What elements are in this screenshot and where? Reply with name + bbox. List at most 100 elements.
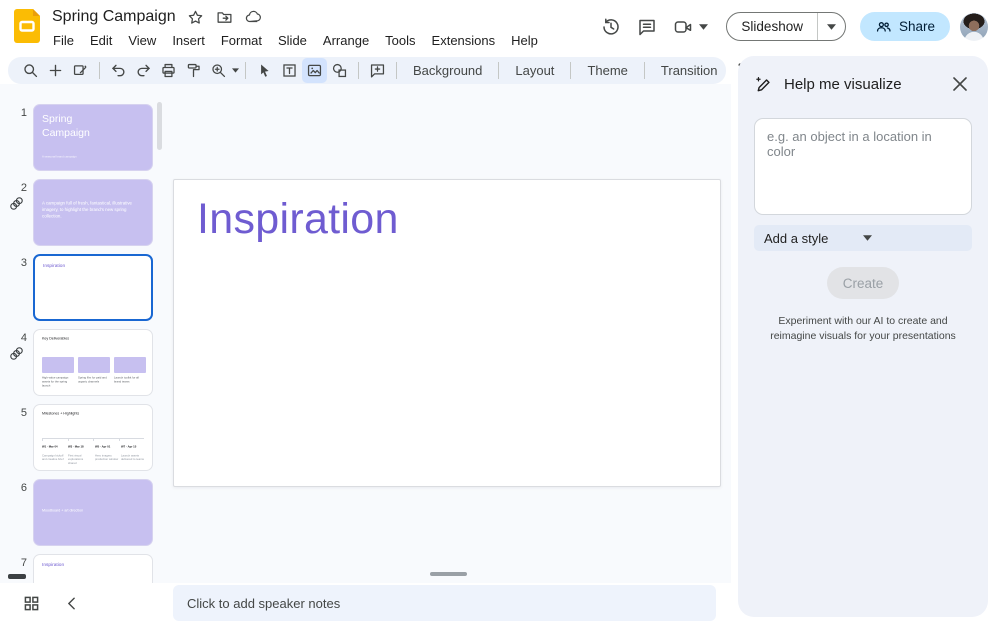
thumb-body: A campaign full of fresh, fantastical, i… — [42, 200, 144, 220]
filmstrip-row-3: 3 Inspiration — [0, 254, 168, 321]
cloud-saved-icon[interactable] — [245, 8, 263, 26]
slide-thumbnail-5[interactable]: Milestones + Highlights W1 - Mar 04 Camp… — [33, 404, 153, 471]
menu-tools[interactable]: Tools — [377, 31, 423, 50]
add-comment-icon[interactable] — [365, 58, 390, 83]
header-actions: Slideshow Share — [598, 12, 988, 41]
search-menus-icon[interactable] — [18, 58, 43, 83]
filmstrip-row-7: 7 Inspiration — [0, 554, 168, 583]
prompt-input[interactable] — [754, 118, 972, 215]
new-slide-icon[interactable] — [43, 58, 68, 83]
menu-arrange[interactable]: Arrange — [315, 31, 377, 50]
toolbar-divider — [245, 62, 246, 79]
transition-button[interactable]: Transition — [651, 58, 728, 83]
card-image-placeholder — [42, 357, 74, 373]
undo-icon[interactable] — [106, 58, 131, 83]
filmstrip-row-5: 5 Milestones + Highlights W1 - Mar 04 Ca… — [0, 404, 168, 471]
theme-button[interactable]: Theme — [577, 58, 637, 83]
chevron-down-icon — [863, 235, 962, 241]
menu-extensions[interactable]: Extensions — [424, 31, 504, 50]
thumb-title: Key Deliverables — [42, 336, 144, 341]
slides-logo-icon[interactable] — [14, 9, 40, 44]
redo-icon[interactable] — [131, 58, 156, 83]
menu-format[interactable]: Format — [213, 31, 270, 50]
share-button[interactable]: Share — [860, 12, 950, 41]
slide-title-text[interactable]: Inspiration — [197, 195, 399, 244]
timeline-label: W7 - Apr 15 — [121, 445, 144, 449]
slide-thumbnail-4[interactable]: Key Deliverables High-value campaign ass… — [33, 329, 153, 396]
slideshow-split-button: Slideshow — [726, 12, 846, 41]
collapse-filmstrip-icon[interactable] — [62, 594, 80, 612]
menu-slide[interactable]: Slide — [270, 31, 315, 50]
background-button[interactable]: Background — [403, 58, 492, 83]
create-button[interactable]: Create — [827, 267, 899, 299]
zoom-icon[interactable] — [206, 58, 231, 83]
thumb-timeline-line — [42, 438, 144, 441]
menu-view[interactable]: View — [120, 31, 164, 50]
thumb-title: Milestones + Highlights — [42, 411, 144, 416]
select-cursor-icon[interactable] — [252, 58, 277, 83]
insert-shape-icon[interactable] — [327, 58, 352, 83]
slide-number: 3 — [0, 254, 33, 321]
video-call-dropdown-icon[interactable] — [699, 24, 708, 30]
speaker-notes-input[interactable]: Click to add speaker notes — [173, 585, 716, 621]
menu-insert[interactable]: Insert — [164, 31, 213, 50]
close-icon[interactable] — [948, 72, 972, 96]
card-caption: Spring film for paid and organic channel… — [78, 376, 110, 384]
thumb-card: High-value campaign assets for the sprin… — [42, 357, 74, 396]
version-history-icon[interactable] — [598, 14, 624, 40]
menu-help[interactable]: Help — [503, 31, 546, 50]
filmstrip-scrollbar-horizontal[interactable] — [8, 574, 26, 579]
slide-canvas[interactable]: Inspiration — [173, 179, 721, 487]
slide-number: 5 — [0, 404, 33, 471]
share-label: Share — [899, 19, 935, 34]
slideshow-button[interactable]: Slideshow — [727, 13, 817, 40]
slide-number: 1 — [0, 104, 33, 171]
transition-indicator-icon[interactable] — [9, 196, 24, 211]
panel-caption: Experiment with our AI to create and rei… — [754, 314, 972, 344]
timeline-text: First visual explorations shared — [68, 454, 91, 465]
thumb-card: Launch toolkit for all brand teams — [114, 357, 146, 396]
transition-indicator-icon[interactable] — [9, 346, 24, 361]
timeline-text: Launch assets delivered to teams — [121, 454, 144, 462]
slideshow-dropdown-icon[interactable] — [817, 13, 845, 40]
slide-filmstrip: 1 Spring Campaign A seasonal brand campa… — [0, 84, 168, 583]
slide-thumbnail-2[interactable]: A campaign full of fresh, fantastical, i… — [33, 179, 153, 246]
timeline-item: W7 - Apr 15 Launch assets delivered to t… — [121, 445, 144, 471]
add-style-dropdown[interactable]: Add a style — [754, 225, 972, 251]
slide-thumbnail-3-selected[interactable]: Inspiration — [33, 254, 153, 321]
filmstrip-scrollbar[interactable] — [157, 102, 162, 150]
layout-button[interactable]: Layout — [505, 58, 564, 83]
slide-number: 6 — [0, 479, 33, 546]
toolbar: Background Layout Theme Transition — [8, 57, 726, 84]
slide-thumbnail-6[interactable]: Moodboard + art direction — [33, 479, 153, 546]
document-title[interactable]: Spring Campaign — [52, 8, 176, 26]
thumb-cards: High-value campaign assets for the sprin… — [42, 357, 144, 396]
filmstrip-row-2: 2 A campaign full of fresh, fantastical,… — [0, 179, 168, 246]
zoom-dropdown-icon[interactable] — [232, 67, 239, 74]
canvas-scrollbar-horizontal[interactable] — [430, 572, 467, 576]
slide-thumbnail-7[interactable]: Inspiration — [33, 554, 153, 583]
video-call-icon[interactable] — [670, 14, 696, 40]
paint-format-icon[interactable] — [181, 58, 206, 83]
filmstrip-row-1: 1 Spring Campaign A seasonal brand campa… — [0, 104, 168, 171]
timeline-label: W1 - Mar 04 — [42, 445, 65, 449]
share-people-icon — [875, 18, 892, 35]
thumb-card: Spring film for paid and organic channel… — [78, 357, 110, 396]
toolbar-divider — [396, 62, 397, 79]
edit-slide-icon[interactable] — [68, 58, 93, 83]
thumb-title: Spring Campaign — [42, 113, 114, 140]
print-icon[interactable] — [156, 58, 181, 83]
account-avatar[interactable] — [960, 13, 988, 41]
insert-image-icon[interactable] — [302, 58, 327, 83]
timeline-label: W5 - Apr 01 — [95, 445, 118, 449]
star-icon[interactable] — [187, 8, 205, 26]
move-folder-icon[interactable] — [216, 8, 234, 26]
menu-edit[interactable]: Edit — [82, 31, 120, 50]
slide-thumbnail-1[interactable]: Spring Campaign A seasonal brand campaig… — [33, 104, 153, 171]
comments-icon[interactable] — [634, 14, 660, 40]
thumb-body: Moodboard + art direction — [42, 508, 144, 513]
panel-title: Help me visualize — [784, 76, 948, 93]
text-box-icon[interactable] — [277, 58, 302, 83]
menu-file[interactable]: File — [45, 31, 82, 50]
grid-view-icon[interactable] — [22, 594, 40, 612]
